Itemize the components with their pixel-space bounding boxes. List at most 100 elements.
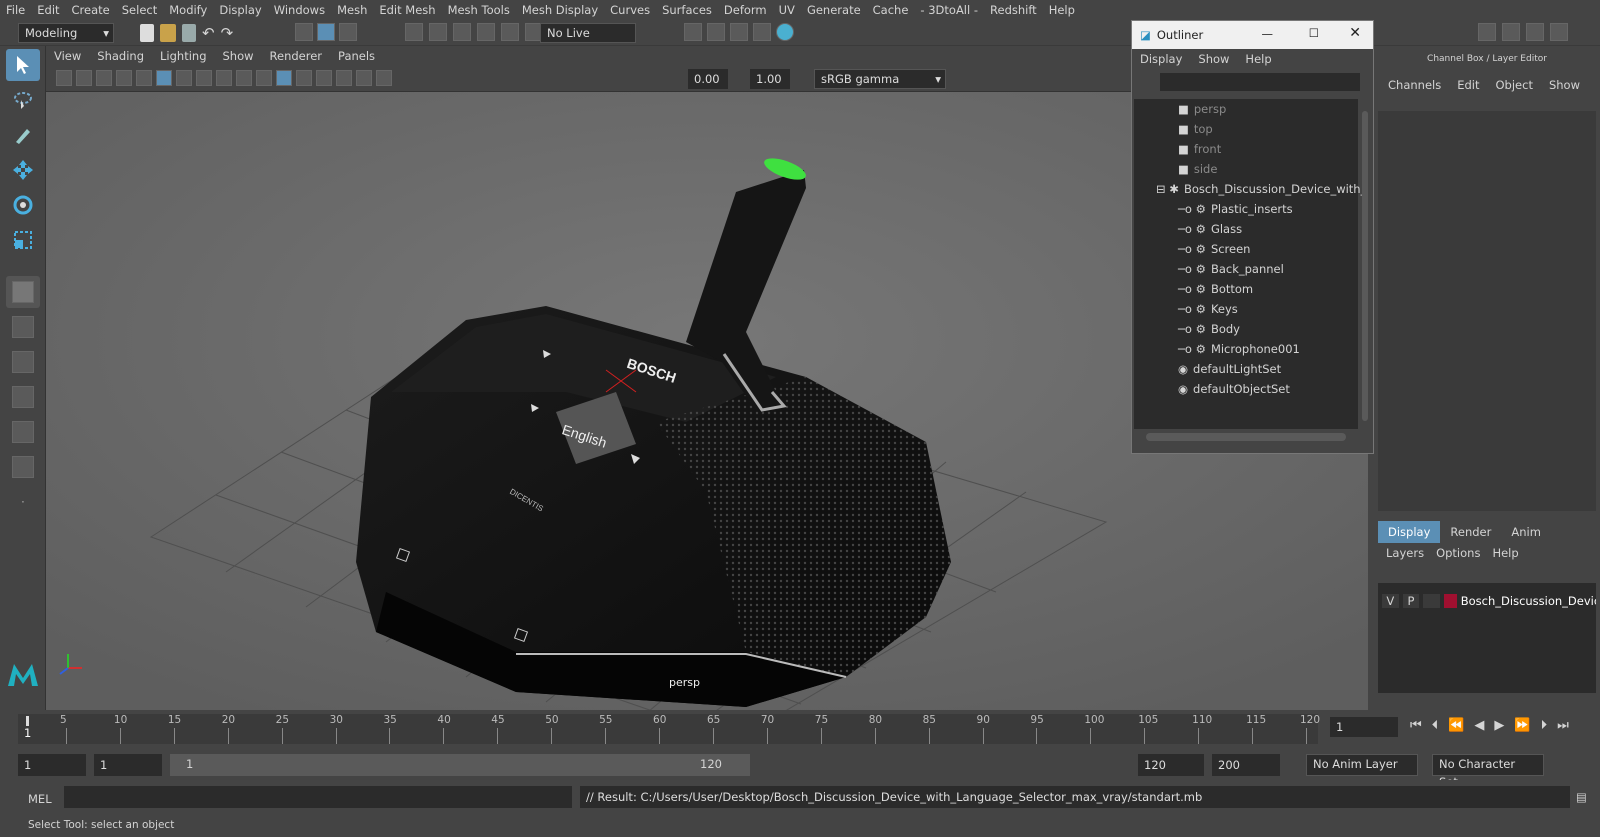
scene-end-field[interactable]: 200 (1212, 754, 1280, 776)
layer-color-swatch[interactable] (1443, 594, 1457, 608)
layer-type-toggle[interactable] (1423, 594, 1440, 608)
menu-generate[interactable]: Generate (801, 0, 867, 20)
layer-menu-help[interactable]: Help (1486, 546, 1524, 560)
outliner-mesh-screen[interactable]: ─o ⚙ Screen (1178, 239, 1250, 259)
character-set-dropdown[interactable]: No Character Set (1432, 754, 1544, 789)
select-hierarchy-icon[interactable] (295, 23, 313, 41)
grid-toggle-icon[interactable] (136, 70, 152, 86)
current-frame-field[interactable]: 1 (1330, 717, 1398, 737)
menu-deform[interactable]: Deform (718, 0, 773, 20)
panel-menu-show[interactable]: Show (215, 49, 262, 63)
undo-icon[interactable]: ↶ (202, 24, 215, 42)
outliner-h-scrollbar[interactable] (1146, 433, 1346, 441)
channel-menu-show[interactable]: Show (1541, 78, 1588, 92)
tool-settings-icon[interactable] (1526, 23, 1544, 41)
outliner-mesh-back-pannel[interactable]: ─o ⚙ Back_pannel (1178, 259, 1284, 279)
single-view-icon[interactable] (6, 276, 40, 308)
anim-layer-dropdown[interactable]: No Anim Layer (1306, 754, 1418, 776)
minimize-icon[interactable]: — (1262, 27, 1274, 41)
panel-menu-view[interactable]: View (46, 49, 89, 63)
outliner-layout-icon[interactable] (6, 381, 40, 413)
camera-attributes-icon[interactable] (76, 70, 92, 86)
menu-windows[interactable]: Windows (268, 0, 331, 20)
layer-playback-toggle[interactable]: P (1402, 594, 1420, 608)
outliner-set-defaultlightset[interactable]: ◉ defaultLightSet (1178, 359, 1281, 379)
menu-redshift[interactable]: Redshift (984, 0, 1043, 20)
open-scene-icon[interactable] (160, 24, 176, 42)
isolate-select-icon[interactable] (356, 70, 372, 86)
snap-surface-icon[interactable] (501, 23, 519, 41)
script-editor-icon[interactable]: ▤ (1576, 790, 1587, 804)
menu-create[interactable]: Create (66, 0, 116, 20)
outliner-camera-front[interactable]: ■ front (1178, 139, 1221, 159)
lights-icon[interactable] (316, 70, 332, 86)
menu-mesh-tools[interactable]: Mesh Tools (442, 0, 516, 20)
panel-menu-lighting[interactable]: Lighting (152, 49, 214, 63)
menu-mesh-display[interactable]: Mesh Display (516, 0, 604, 20)
go-to-end-icon[interactable]: ⏭ (1557, 718, 1569, 733)
tab-render[interactable]: Render (1440, 521, 1501, 543)
outliner-camera-top[interactable]: ■ top (1178, 119, 1213, 139)
menu-help[interactable]: Help (1043, 0, 1081, 20)
scene-start-field[interactable]: 1 (18, 754, 86, 776)
save-scene-icon[interactable] (182, 24, 196, 42)
mel-label[interactable]: MEL (28, 792, 52, 806)
graph-layout-icon[interactable] (6, 416, 40, 448)
command-input[interactable] (64, 786, 572, 808)
outliner-mesh-bottom[interactable]: ─o ⚙ Bottom (1178, 279, 1253, 299)
snap-grid-icon[interactable] (405, 23, 423, 41)
play-forward-icon[interactable]: ▶ (1494, 718, 1504, 733)
shadows-icon[interactable] (336, 70, 352, 86)
outliner-search-input[interactable] (1160, 73, 1360, 91)
menu-select[interactable]: Select (116, 0, 163, 20)
outliner-menu-show[interactable]: Show (1190, 52, 1237, 66)
channel-menu-object[interactable]: Object (1488, 78, 1541, 92)
exposure-field[interactable]: 0.00 (688, 69, 728, 89)
menu-surfaces[interactable]: Surfaces (656, 0, 718, 20)
step-back-frame-icon[interactable]: ⏪ (1448, 718, 1464, 733)
safe-action-icon[interactable] (236, 70, 252, 86)
close-icon[interactable]: ✕ (1349, 25, 1361, 41)
film-gate-icon[interactable] (156, 70, 172, 86)
layer-menu-layers[interactable]: Layers (1380, 546, 1430, 560)
attribute-editor-icon[interactable] (1502, 23, 1520, 41)
channel-menu-edit[interactable]: Edit (1449, 78, 1487, 92)
channel-box-icon[interactable] (1550, 23, 1568, 41)
outliner-tree[interactable]: ■ persp ■ top ■ front ■ side ⊟ ✱ Bosch_Discussion… (1134, 99, 1366, 429)
playback-start-field[interactable]: 1 (94, 754, 162, 776)
ipr-render-icon[interactable] (730, 23, 748, 41)
step-forward-frame-icon[interactable]: ⏩ (1514, 718, 1530, 733)
select-object-icon[interactable] (317, 23, 335, 41)
outliner-camera-side[interactable]: ■ side (1178, 159, 1217, 179)
outliner-mesh-plastic-inserts[interactable]: ─o ⚙ Plastic_inserts (1178, 199, 1293, 219)
outliner-mesh-microphone001[interactable]: ─o ⚙ Microphone001 (1178, 339, 1300, 359)
menu-file[interactable]: File (0, 0, 31, 20)
new-scene-icon[interactable] (140, 24, 154, 42)
menu-modify[interactable]: Modify (163, 0, 213, 20)
snap-view-icon[interactable] (477, 23, 495, 41)
menu-curves[interactable]: Curves (604, 0, 656, 20)
tab-display[interactable]: Display (1378, 521, 1441, 543)
hypershade-layout-icon[interactable] (6, 451, 40, 483)
menu-3dtoall[interactable]: - 3DtoAll - (914, 0, 984, 20)
outliner-mesh-body[interactable]: ─o ⚙ Body (1178, 319, 1240, 339)
custom-layout-icon[interactable]: · (6, 486, 40, 518)
hypershade-icon[interactable] (776, 23, 794, 41)
smooth-shade-icon[interactable] (276, 70, 292, 86)
gate-mask-icon[interactable] (196, 70, 212, 86)
gamma-field[interactable]: 1.00 (750, 69, 790, 89)
outliner-mesh-keys[interactable]: ─o ⚙ Keys (1178, 299, 1238, 319)
panel-menu-shading[interactable]: Shading (89, 49, 152, 63)
outliner-camera-persp[interactable]: ■ persp (1178, 99, 1226, 119)
layer-menu-options[interactable]: Options (1430, 546, 1486, 560)
xray-icon[interactable] (376, 70, 392, 86)
render-current-icon[interactable] (707, 23, 725, 41)
menu-mesh[interactable]: Mesh (331, 0, 373, 20)
select-tool-icon[interactable] (6, 49, 40, 81)
render-view-icon[interactable] (684, 23, 702, 41)
render-settings-icon[interactable] (753, 23, 771, 41)
outliner-v-scrollbar[interactable] (1362, 111, 1368, 421)
bookmark-icon[interactable] (96, 70, 112, 86)
current-time-marker[interactable] (26, 716, 29, 726)
redo-icon[interactable]: ↷ (221, 24, 234, 42)
